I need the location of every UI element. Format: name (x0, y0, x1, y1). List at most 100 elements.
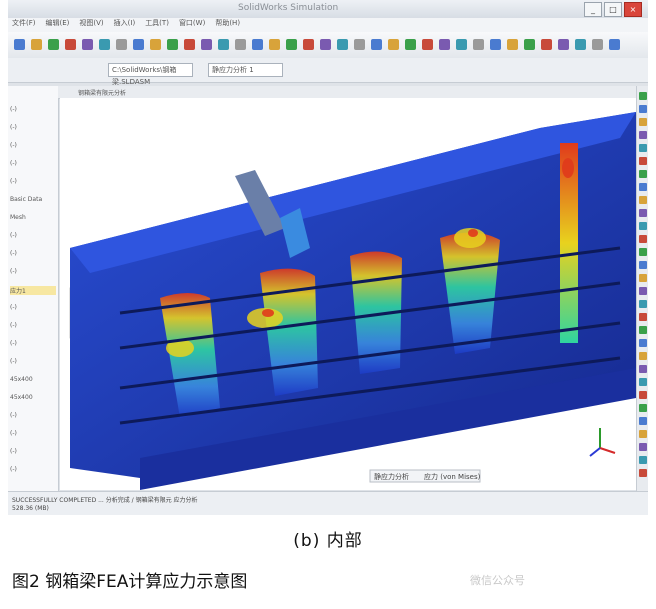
tree-item[interactable]: (-) (10, 430, 17, 437)
side-tool-icon[interactable] (639, 118, 647, 126)
menu-item-0[interactable]: 文件(F) (12, 19, 36, 27)
minimize-button[interactable]: _ (584, 2, 602, 17)
study-select[interactable]: 静应力分析 1 (208, 63, 283, 77)
toolbar-tool-icon[interactable] (48, 39, 59, 50)
toolbar-tool-icon[interactable] (354, 39, 365, 50)
close-button[interactable]: × (624, 2, 642, 17)
side-tool-icon[interactable] (639, 196, 647, 204)
toolbar-tool-icon[interactable] (150, 39, 161, 50)
tree-item[interactable]: (-) (10, 340, 17, 347)
toolbar-tool-icon[interactable] (99, 39, 110, 50)
toolbar-tool-icon[interactable] (116, 39, 127, 50)
toolbar-tool-icon[interactable] (456, 39, 467, 50)
toolbar-tool-icon[interactable] (303, 39, 314, 50)
side-tool-icon[interactable] (639, 300, 647, 308)
tree-item[interactable]: 45x400 (10, 376, 33, 383)
tree-item[interactable]: (-) (10, 142, 17, 149)
toolbar-tool-icon[interactable] (14, 39, 25, 50)
side-tool-icon[interactable] (639, 131, 647, 139)
menu-item-1[interactable]: 编辑(E) (46, 19, 70, 27)
tree-item[interactable]: (-) (10, 178, 17, 185)
side-tool-icon[interactable] (639, 157, 647, 165)
file-path-field[interactable]: C:\SolidWorks\钢箱梁.SLDASM (108, 63, 193, 86)
toolbar-tool-icon[interactable] (388, 39, 399, 50)
side-tool-icon[interactable] (639, 248, 647, 256)
fea-viewport[interactable]: 静应力分析 应力 (von Mises) (60, 98, 636, 490)
tree-item[interactable]: (-) (10, 232, 17, 239)
side-tool-icon[interactable] (639, 365, 647, 373)
menu-item-4[interactable]: 工具(T) (145, 19, 169, 27)
tree-item[interactable]: (-) (10, 304, 17, 311)
toolbar-tool-icon[interactable] (422, 39, 433, 50)
toolbar-tool-icon[interactable] (592, 39, 603, 50)
side-tool-icon[interactable] (639, 209, 647, 217)
tree-item[interactable]: (-) (10, 250, 17, 257)
side-tool-icon[interactable] (639, 313, 647, 321)
maximize-button[interactable]: □ (604, 2, 622, 17)
tree-item[interactable]: (-) (10, 322, 17, 329)
toolbar-tool-icon[interactable] (609, 39, 620, 50)
toolbar-tool-icon[interactable] (133, 39, 144, 50)
side-tool-icon[interactable] (639, 404, 647, 412)
side-tool-icon[interactable] (639, 170, 647, 178)
toolbar-tool-icon[interactable] (524, 39, 535, 50)
tree-item[interactable]: (-) (10, 160, 17, 167)
menu-item-5[interactable]: 窗口(W) (179, 19, 205, 27)
toolbar-tool-icon[interactable] (337, 39, 348, 50)
toolbar-tool-icon[interactable] (201, 39, 212, 50)
tree-item[interactable]: (-) (10, 124, 17, 131)
menu-item-6[interactable]: 帮助(H) (215, 19, 240, 27)
toolbar-tool-icon[interactable] (320, 39, 331, 50)
side-tool-icon[interactable] (639, 378, 647, 386)
side-tool-icon[interactable] (639, 274, 647, 282)
tree-item[interactable]: (-) (10, 268, 17, 275)
toolbar-tool-icon[interactable] (507, 39, 518, 50)
side-tool-icon[interactable] (639, 443, 647, 451)
menu-item-2[interactable]: 视图(V) (79, 19, 103, 27)
toolbar-tool-icon[interactable] (269, 39, 280, 50)
toolbar-tool-icon[interactable] (218, 39, 229, 50)
toolbar-tool-icon[interactable] (575, 39, 586, 50)
toolbar-tool-icon[interactable] (31, 39, 42, 50)
side-tool-icon[interactable] (639, 326, 647, 334)
side-tool-icon[interactable] (639, 235, 647, 243)
side-tool-icon[interactable] (639, 391, 647, 399)
tree-item[interactable]: 45x400 (10, 394, 33, 401)
tree-item[interactable]: Mesh (10, 214, 26, 221)
toolbar-tool-icon[interactable] (82, 39, 93, 50)
toolbar-tool-icon[interactable] (558, 39, 569, 50)
toolbar-tool-icon[interactable] (252, 39, 263, 50)
toolbar-tool-icon[interactable] (235, 39, 246, 50)
toolbar-tool-icon[interactable] (184, 39, 195, 50)
tree-item[interactable]: 应力1 (10, 286, 56, 295)
side-tool-icon[interactable] (639, 261, 647, 269)
side-tool-icon[interactable] (639, 222, 647, 230)
side-tool-icon[interactable] (639, 144, 647, 152)
toolbar-tool-icon[interactable] (541, 39, 552, 50)
tree-item[interactable]: (-) (10, 358, 17, 365)
side-tool-icon[interactable] (639, 417, 647, 425)
tree-item[interactable]: (-) (10, 412, 17, 419)
tree-item[interactable]: (-) (10, 466, 17, 473)
side-tool-icon[interactable] (639, 183, 647, 191)
side-tool-icon[interactable] (639, 105, 647, 113)
toolbar-tool-icon[interactable] (65, 39, 76, 50)
side-tool-icon[interactable] (639, 469, 647, 477)
toolbar-tool-icon[interactable] (286, 39, 297, 50)
toolbar-tool-icon[interactable] (439, 39, 450, 50)
toolbar-tool-icon[interactable] (371, 39, 382, 50)
toolbar-tool-icon[interactable] (405, 39, 416, 50)
toolbar-tool-icon[interactable] (473, 39, 484, 50)
menu-item-3[interactable]: 插入(I) (114, 19, 136, 27)
side-tool-icon[interactable] (639, 339, 647, 347)
side-tool-icon[interactable] (639, 287, 647, 295)
tree-item[interactable]: Basic Data (10, 196, 42, 203)
side-tool-icon[interactable] (639, 352, 647, 360)
side-tool-icon[interactable] (639, 92, 647, 100)
toolbar-tool-icon[interactable] (167, 39, 178, 50)
toolbar-tool-icon[interactable] (490, 39, 501, 50)
side-tool-icon[interactable] (639, 430, 647, 438)
tree-item[interactable]: (-) (10, 448, 17, 455)
side-tool-icon[interactable] (639, 456, 647, 464)
tree-item[interactable]: (-) (10, 106, 17, 113)
